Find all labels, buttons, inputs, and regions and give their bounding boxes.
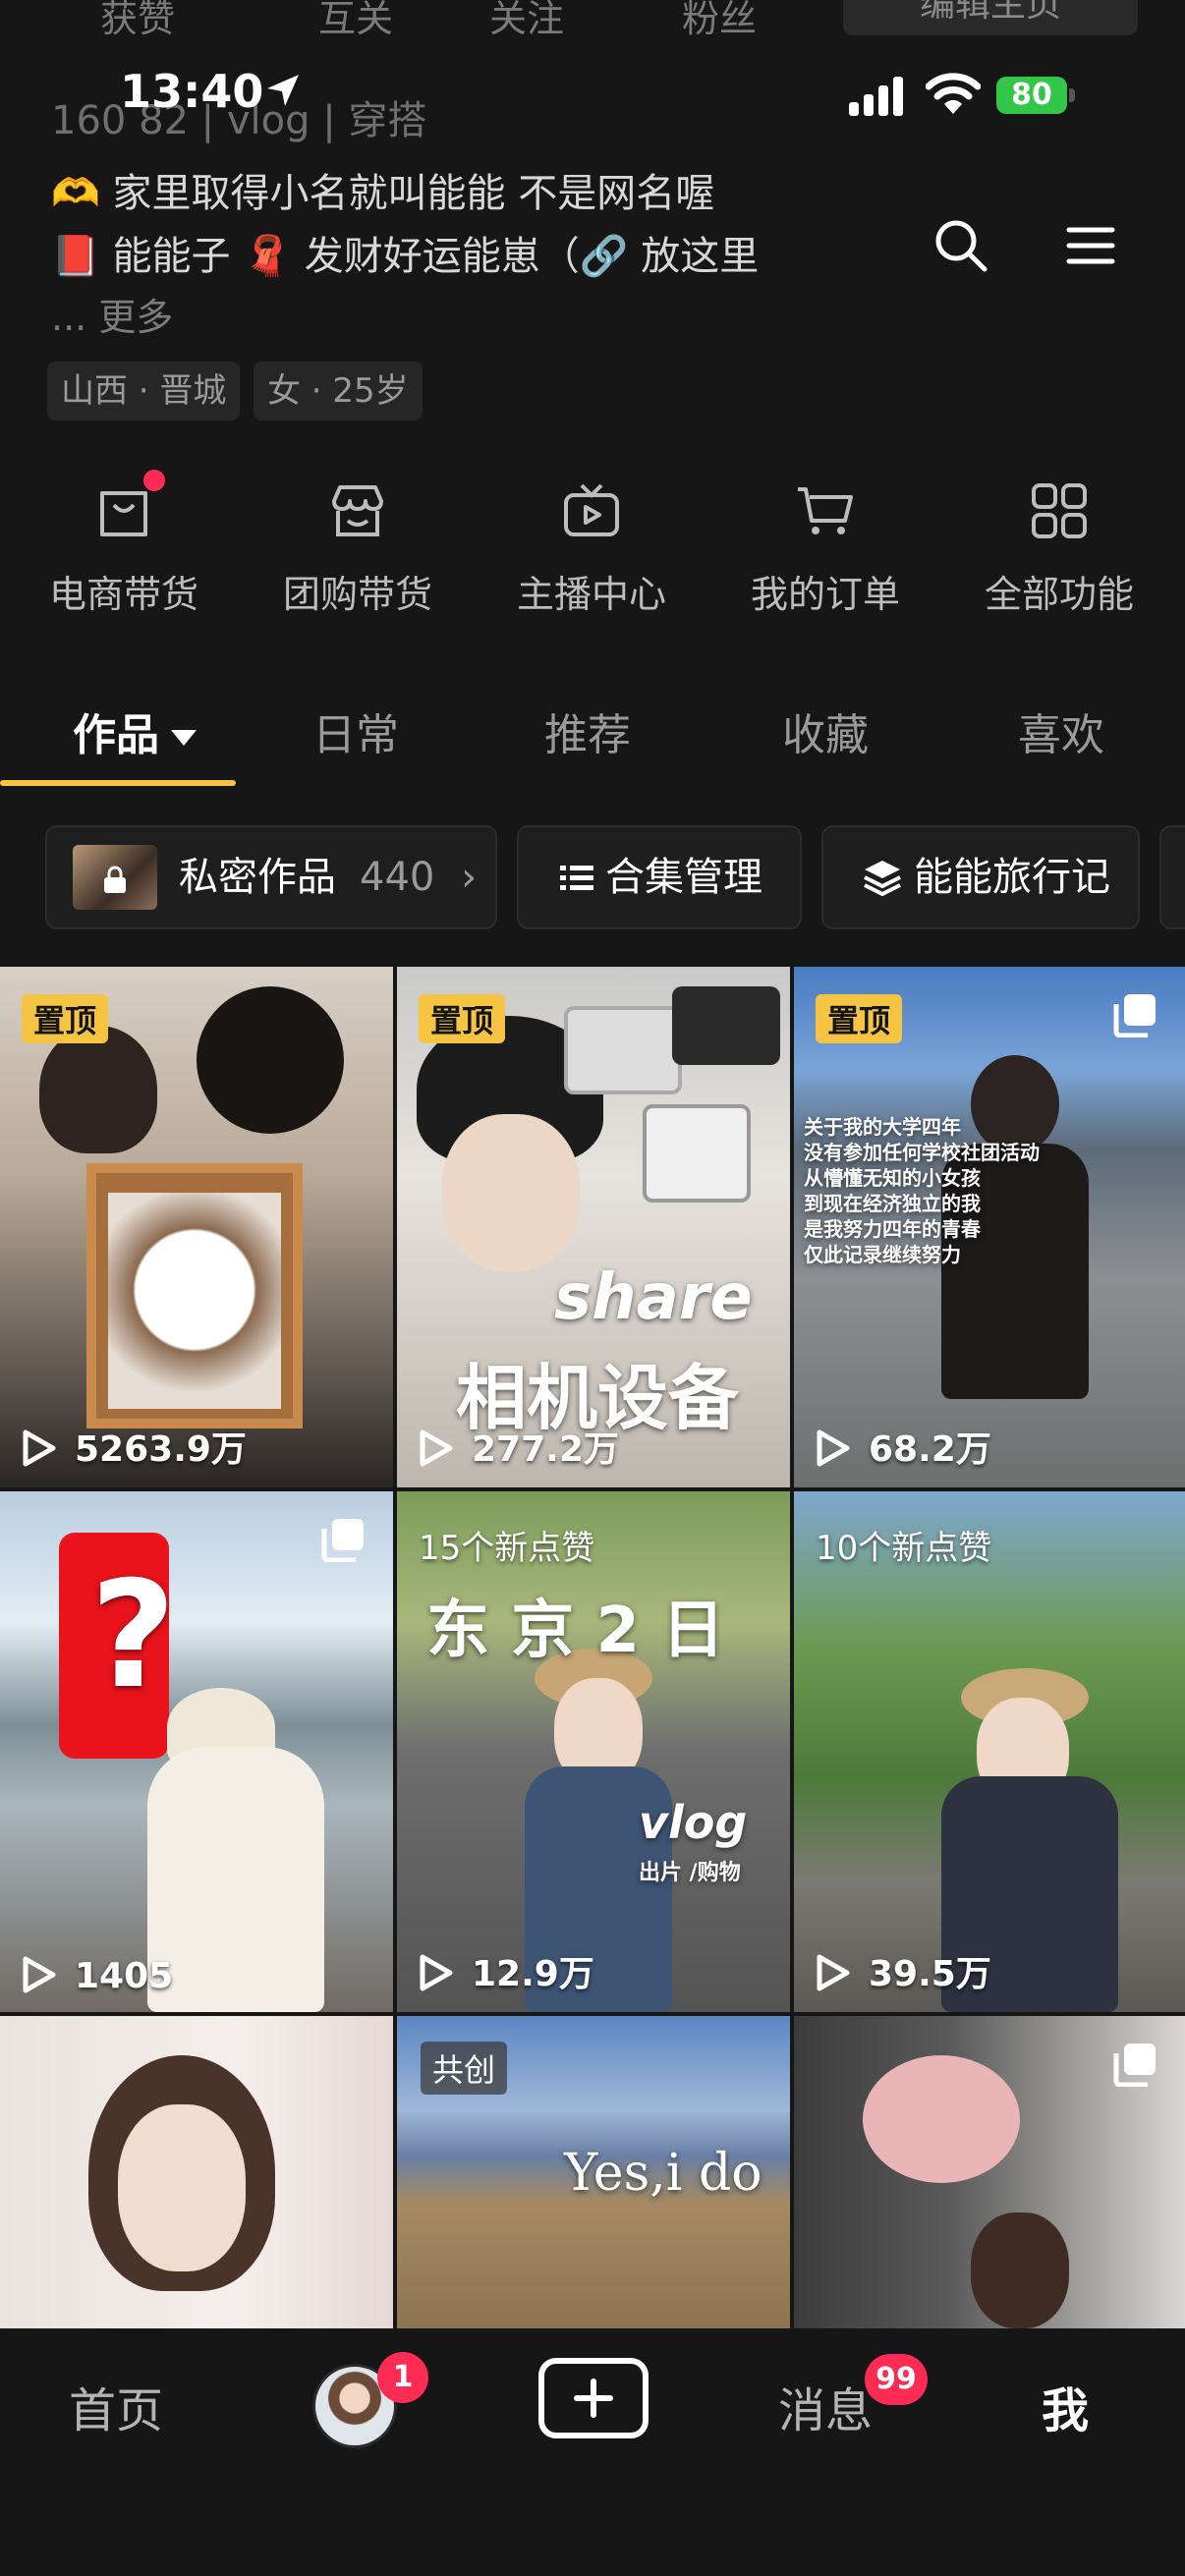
tab-active-indicator xyxy=(0,780,236,786)
grid-apps-icon xyxy=(1032,483,1087,538)
tab-works[interactable]: 作品 xyxy=(73,700,197,762)
multi-image-icon xyxy=(1113,2044,1156,2087)
nav-home[interactable]: 首页 xyxy=(69,2372,163,2440)
video-thumbnail[interactable]: 共创 Yes,i do xyxy=(397,2016,790,2328)
battery-level: 80 xyxy=(996,77,1067,114)
collection-manage-label: 合集管理 xyxy=(605,855,762,900)
video-overlay-text: share xyxy=(554,1261,753,1334)
ecommerce-label: 电商带货 xyxy=(48,573,198,616)
pinned-badge: 置顶 xyxy=(22,994,109,1043)
play-icon xyxy=(420,1954,453,1991)
private-works-label: 私密作品 xyxy=(179,855,336,900)
all-functions-button[interactable]: 全部功能 xyxy=(961,477,1157,618)
mutual-stat-label[interactable]: 互关 xyxy=(318,0,393,42)
followers-stat-label[interactable]: 粉丝 xyxy=(682,0,757,42)
store-icon xyxy=(332,485,383,536)
video-overlay-text: 东 京 2 日 xyxy=(426,1595,725,1667)
battery-icon: 80 xyxy=(996,77,1075,116)
search-icon[interactable] xyxy=(931,216,990,275)
play-count: 39.5万 xyxy=(816,1945,991,1996)
tab-works-label: 作品 xyxy=(73,710,159,760)
messages-badge: 99 xyxy=(865,2354,928,2405)
multi-image-icon xyxy=(1113,994,1156,1037)
tab-favorites[interactable]: 收藏 xyxy=(782,700,869,762)
list-icon xyxy=(560,866,593,890)
travel-collection-label: 能能旅行记 xyxy=(914,855,1110,900)
menu-icon[interactable] xyxy=(1061,216,1120,275)
play-icon xyxy=(817,1429,850,1467)
travel-collection-button[interactable]: 能能旅行记 xyxy=(821,825,1140,929)
collection-manage-button[interactable]: 合集管理 xyxy=(517,825,802,929)
gender-age-tag: 女 · 25岁 xyxy=(254,362,423,420)
my-orders-button[interactable]: 我的订单 xyxy=(727,477,924,618)
tv-play-icon xyxy=(564,483,619,536)
location-arrow-icon xyxy=(267,75,299,106)
video-overlay-text: Yes,i do xyxy=(564,2144,762,2203)
new-likes-badge: 10个新点赞 xyxy=(816,1529,992,1568)
pinned-badge: 置顶 xyxy=(419,994,506,1043)
video-thumbnail[interactable]: ? 1405 xyxy=(0,1491,393,2012)
question-mark-overlay: ? xyxy=(90,1550,177,1721)
pinned-badge: 置顶 xyxy=(816,994,903,1043)
bio-more-link[interactable]: ... 更多 xyxy=(51,287,173,341)
play-count: 68.2万 xyxy=(816,1421,991,1472)
bottom-navigation: 首页 1 消息 99 我 xyxy=(0,2328,1185,2576)
friends-badge: 1 xyxy=(377,2352,428,2403)
play-icon xyxy=(817,1954,850,1991)
group-buy-button[interactable]: 团购带货 xyxy=(259,477,456,618)
tab-likes[interactable]: 喜欢 xyxy=(1018,700,1104,762)
play-icon xyxy=(23,1429,56,1467)
all-functions-label: 全部功能 xyxy=(984,573,1134,616)
nav-messages[interactable]: 消息 xyxy=(778,2372,873,2440)
tab-daily[interactable]: 日常 xyxy=(312,700,399,762)
layers-icon xyxy=(864,861,901,897)
video-thumbnail[interactable]: 15个新点赞 东 京 2 日 vlog 出片 /购物 12.9万 xyxy=(397,1491,790,2012)
video-thumbnail[interactable]: 关于我的大学四年 没有参加任何学校社团活动 从懵懂无知的小女孩 到现在经济独立的我 是我… xyxy=(794,967,1185,1487)
private-works-button[interactable]: 私密作品 440 › xyxy=(45,825,497,929)
wifi-icon xyxy=(926,73,981,114)
cart-icon xyxy=(798,487,853,534)
video-thumbnail[interactable] xyxy=(0,2016,393,2328)
new-likes-badge: 15个新点赞 xyxy=(419,1529,595,1568)
streamer-center-button[interactable]: 主播中心 xyxy=(493,477,690,618)
streamer-center-label: 主播中心 xyxy=(516,573,666,616)
following-stat-label[interactable]: 关注 xyxy=(489,0,564,42)
play-count: 5263.9万 xyxy=(22,1421,247,1472)
play-count: 12.9万 xyxy=(419,1945,594,1996)
notification-dot xyxy=(143,470,165,491)
bio-line-1: 🫶 家里取得小名就叫能能 不是网名喔 xyxy=(51,171,715,216)
play-icon xyxy=(420,1429,453,1467)
play-icon xyxy=(23,1956,56,1993)
group-buy-label: 团购带货 xyxy=(282,573,432,616)
dropdown-caret-icon xyxy=(171,730,197,746)
play-count: 277.2万 xyxy=(419,1421,619,1472)
video-overlay-text: vlog xyxy=(639,1796,748,1849)
video-thumbnail[interactable] xyxy=(794,2016,1185,2328)
video-thumbnail[interactable]: share 相机设备 置顶 277.2万 xyxy=(397,967,790,1487)
tab-recommend[interactable]: 推荐 xyxy=(544,700,631,762)
cellular-signal-icon xyxy=(849,77,903,116)
video-caption: 关于我的大学四年 没有参加任何学校社团活动 从懵懂无知的小女孩 到现在经济独立的我 是我… xyxy=(804,1115,1040,1266)
status-time: 13:40 xyxy=(120,65,264,118)
nav-me[interactable]: 我 xyxy=(1042,2372,1089,2440)
bio-line-2: 📕 能能子 🧣 发财好运能崽（🔗 放这里 xyxy=(51,234,760,279)
edit-profile-button[interactable]: 编辑主页 xyxy=(843,0,1138,35)
play-count: 1405 xyxy=(22,1955,173,1996)
multi-image-icon xyxy=(321,1519,364,1562)
location-tag: 山西 · 晋城 xyxy=(47,362,241,420)
my-orders-label: 我的订单 xyxy=(750,573,900,616)
private-works-count: 440 xyxy=(360,855,435,900)
create-plus-button[interactable] xyxy=(538,2358,649,2438)
likes-stat-label[interactable]: 获赞 xyxy=(100,0,175,42)
co-creation-badge: 共创 xyxy=(421,2042,508,2095)
video-thumbnail[interactable]: 10个新点赞 39.5万 xyxy=(794,1491,1185,2012)
video-thumbnail[interactable]: 置顶 5263.9万 xyxy=(0,967,393,1487)
ecommerce-button[interactable]: 电商带货 xyxy=(26,470,222,618)
lock-icon xyxy=(104,866,126,893)
chevron-right-icon: › xyxy=(461,855,478,900)
more-collections-button[interactable] xyxy=(1159,825,1185,929)
video-overlay-text: 出片 /购物 xyxy=(639,1861,741,1885)
